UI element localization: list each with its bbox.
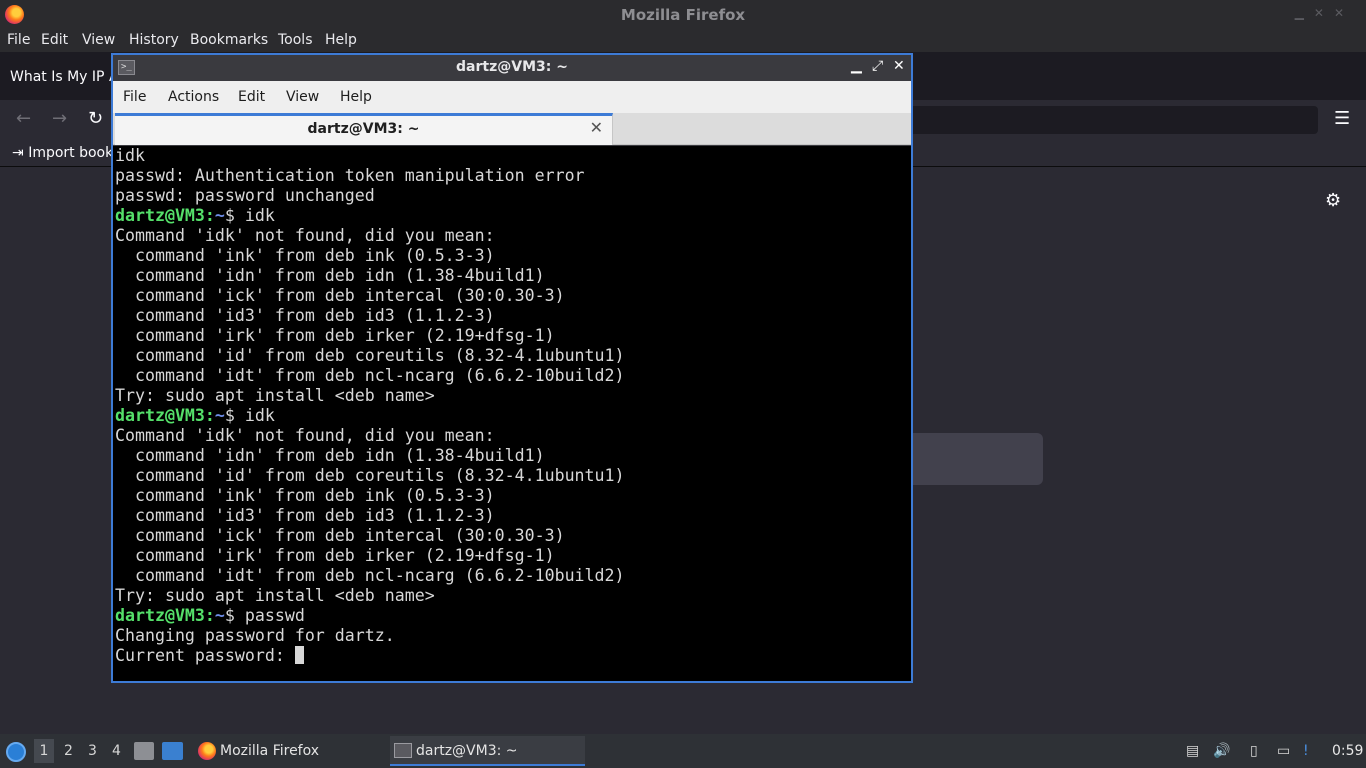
notes-icon[interactable]: ▯ [1250, 743, 1258, 759]
workspace-1[interactable]: 1 [34, 739, 54, 763]
terminal-tabbar: dartz@VM3: ~ ✕ [113, 113, 911, 145]
terminal-line: command 'irk' from deb irker (2.19+dfsg-… [115, 546, 555, 565]
task-label: dartz@VM3: ~ [416, 743, 518, 759]
prompt-path: ~ [214, 606, 225, 625]
terminal-line: Command 'idk' not found, did you mean: [115, 226, 495, 245]
terminal-line: command 'id3' from deb id3 (1.1.2-3) [115, 306, 495, 325]
content-card[interactable] [900, 433, 1043, 485]
notification-icon[interactable]: ! [1303, 743, 1309, 759]
close-tab-icon[interactable]: ✕ [590, 118, 603, 137]
menu-edit[interactable]: Edit [41, 32, 68, 48]
term-menu-actions[interactable]: Actions [168, 89, 219, 105]
terminal-line: command 'id3' from deb id3 (1.1.2-3) [115, 506, 495, 525]
terminal-line: dartz@VM3:~$ idk [115, 406, 275, 425]
term-menu-edit[interactable]: Edit [238, 89, 265, 105]
terminal-line: Command 'idk' not found, did you mean: [115, 426, 495, 445]
menu-tools[interactable]: Tools [278, 32, 313, 48]
file-manager-icon[interactable] [134, 742, 154, 760]
import-bookmarks-button[interactable]: ⇥ Import book [12, 145, 113, 161]
task-terminal[interactable]: dartz@VM3: ~ [390, 736, 585, 766]
terminal-line: command 'idn' from deb idn (1.38-4build1… [115, 266, 545, 285]
menu-view[interactable]: View [82, 32, 115, 48]
terminal-icon [394, 743, 412, 758]
firefox-icon [198, 742, 216, 760]
terminal-line: command 'idt' from deb ncl-ncarg (6.6.2-… [115, 366, 625, 385]
prompt-path: ~ [214, 206, 225, 225]
prompt-user: dartz@VM3 [115, 606, 205, 625]
terminal-tab[interactable]: dartz@VM3: ~ ✕ [115, 113, 613, 145]
start-menu-icon[interactable] [6, 742, 26, 762]
terminal-line: Current password: [115, 646, 911, 666]
clock[interactable]: 0:59 [1332, 743, 1363, 759]
firefox-titlebar: Mozilla Firefox ▁✕✕ [0, 0, 1366, 30]
firefox-menubar: File Edit View History Bookmarks Tools H… [0, 30, 1366, 52]
menu-file[interactable]: File [7, 32, 30, 48]
terminal-line: passwd: password unchanged [115, 186, 375, 205]
workspace-3[interactable]: 3 [88, 743, 97, 759]
terminal-output[interactable]: idk passwd: Authentication token manipula… [113, 146, 911, 681]
url-bar[interactable] [905, 106, 1318, 134]
back-icon[interactable]: ← [16, 108, 31, 129]
terminal-line: command 'idn' from deb idn (1.38-4build1… [115, 446, 545, 465]
menu-help[interactable]: Help [325, 32, 357, 48]
terminal-line: command 'ick' from deb intercal (30:0.30… [115, 286, 565, 305]
maximize-button[interactable]: ⤢ [872, 58, 883, 74]
terminal-line: Try: sudo apt install <deb name> [115, 386, 435, 405]
term-menu-view[interactable]: View [286, 89, 319, 105]
terminal-line: command 'ink' from deb ink (0.5.3-3) [115, 486, 495, 505]
forward-icon[interactable]: → [52, 108, 67, 129]
terminal-line: dartz@VM3:~$ idk [115, 206, 275, 225]
terminal-line: Try: sudo apt install <deb name> [115, 586, 435, 605]
terminal-window: >_ dartz@VM3: ~ ▁ ⤢ ✕ File Actions Edit … [111, 53, 913, 683]
network-icon[interactable]: ▭ [1277, 743, 1290, 759]
reload-icon[interactable]: ↻ [88, 108, 103, 129]
show-desktop-icon[interactable] [162, 742, 183, 760]
window-controls[interactable]: ▁✕✕ [1295, 6, 1354, 20]
terminal-line: idk [115, 146, 145, 165]
terminal-line: command 'ick' from deb intercal (30:0.30… [115, 526, 565, 545]
volume-icon[interactable]: 🔊 [1213, 743, 1230, 759]
term-menu-help[interactable]: Help [340, 89, 372, 105]
terminal-window-title: dartz@VM3: ~ [456, 59, 568, 75]
terminal-menubar: File Actions Edit View Help [113, 81, 911, 113]
terminal-line: command 'irk' from deb irker (2.19+dfsg-… [115, 326, 555, 345]
hamburger-menu-icon[interactable]: ☰ [1334, 108, 1350, 129]
task-label: Mozilla Firefox [220, 743, 320, 759]
prompt-path: ~ [214, 406, 225, 425]
workspace-4[interactable]: 4 [112, 743, 121, 759]
terminal-tab-label: dartz@VM3: ~ [307, 121, 420, 137]
menu-bookmarks[interactable]: Bookmarks [190, 32, 268, 48]
terminal-line: command 'id' from deb coreutils (8.32-4.… [115, 346, 625, 365]
text-cursor [294, 646, 304, 664]
terminal-line: dartz@VM3:~$ passwd [115, 606, 305, 625]
clipboard-icon[interactable]: ▤ [1186, 743, 1199, 759]
terminal-line: command 'idt' from deb ncl-ncarg (6.6.2-… [115, 566, 625, 585]
terminal-line: command 'ink' from deb ink (0.5.3-3) [115, 246, 495, 265]
minimize-button[interactable]: ▁ [851, 58, 862, 74]
close-button[interactable]: ✕ [893, 58, 905, 74]
prompt-user: dartz@VM3 [115, 206, 205, 225]
term-menu-file[interactable]: File [123, 89, 146, 105]
terminal-line: Changing password for dartz. [115, 626, 395, 645]
prompt-user: dartz@VM3 [115, 406, 205, 425]
firefox-window-title: Mozilla Firefox [620, 6, 746, 24]
taskbar: 1 2 3 4 Mozilla Firefox dartz@VM3: ~ ▤ 🔊… [0, 734, 1366, 768]
task-firefox[interactable]: Mozilla Firefox [194, 736, 382, 766]
import-icon: ⇥ [12, 145, 29, 161]
terminal-line: command 'id' from deb coreutils (8.32-4.… [115, 466, 625, 485]
workspace-2[interactable]: 2 [64, 743, 73, 759]
menu-history[interactable]: History [129, 32, 179, 48]
gear-icon[interactable]: ⚙ [1325, 190, 1341, 211]
terminal-line: passwd: Authentication token manipulatio… [115, 166, 585, 185]
firefox-tab[interactable]: What Is My IP A [10, 69, 119, 85]
terminal-titlebar[interactable]: >_ dartz@VM3: ~ ▁ ⤢ ✕ [113, 55, 911, 81]
